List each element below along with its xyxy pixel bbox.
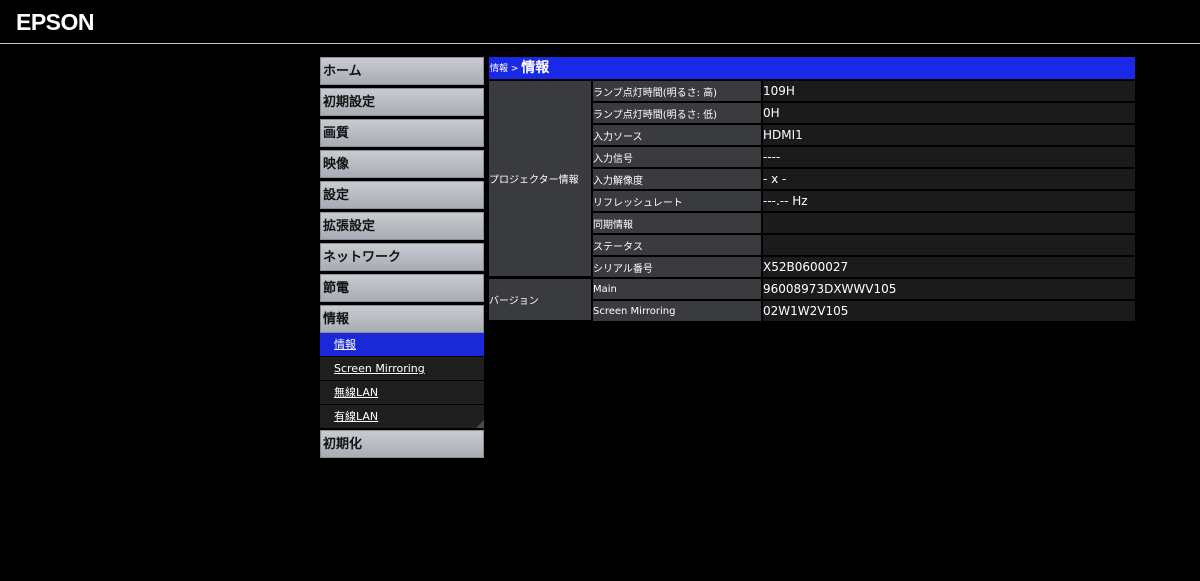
- breadcrumb: 情報: [490, 64, 509, 74]
- row-label: 入力解像度: [591, 169, 761, 189]
- row-value: 109H: [761, 81, 1135, 101]
- row-label: リフレッシュレート: [591, 191, 761, 211]
- page-header: 情報 > 情報: [489, 57, 1135, 79]
- sidebar-item-settings[interactable]: 設定: [320, 181, 484, 209]
- row-value: X52B0600027: [761, 257, 1135, 277]
- sidebar-item-power-saving[interactable]: 節電: [320, 274, 484, 302]
- table-row: バージョン Main 96008973DXWWV105: [489, 279, 1135, 321]
- sidebar-menu: ホーム 初期設定 画質 映像 設定 拡張設定 ネットワーク 節電 情報 情報 S…: [320, 57, 484, 461]
- sidebar-item-extended-settings[interactable]: 拡張設定: [320, 212, 484, 240]
- breadcrumb-separator: >: [508, 64, 522, 74]
- row-label: 同期情報: [591, 213, 761, 233]
- row-value: 96008973DXWWV105: [761, 279, 1135, 299]
- row-label: Main: [591, 279, 761, 299]
- top-header: EPSON: [0, 0, 1200, 44]
- submenu-item-wired-lan[interactable]: 有線LAN: [320, 405, 484, 428]
- row-value: ---.-- Hz: [761, 191, 1135, 211]
- row-value: 0H: [761, 103, 1135, 123]
- information-submenu: 情報 Screen Mirroring 無線LAN 有線LAN: [320, 333, 484, 428]
- submenu-item-information[interactable]: 情報: [320, 333, 484, 356]
- sidebar-item-initial-settings[interactable]: 初期設定: [320, 88, 484, 116]
- epson-logo: EPSON: [16, 9, 95, 35]
- sidebar-item-home[interactable]: ホーム: [320, 57, 484, 85]
- main-panel: 情報 > 情報 プロジェクター情報 ランプ点灯時間(明るさ: 高) 109H ラ…: [489, 57, 1135, 323]
- sidebar-item-image-quality[interactable]: 画質: [320, 119, 484, 147]
- sidebar-item-reset[interactable]: 初期化: [320, 430, 484, 458]
- group-label-version: バージョン: [489, 279, 591, 321]
- row-label: 入力ソース: [591, 125, 761, 145]
- submenu-item-screen-mirroring[interactable]: Screen Mirroring: [320, 357, 484, 380]
- page-title: 情報: [521, 60, 550, 76]
- submenu-item-wireless-lan[interactable]: 無線LAN: [320, 381, 484, 404]
- row-value: 02W1W2V105: [761, 301, 1135, 321]
- row-value: [761, 235, 1135, 255]
- row-label: 入力信号: [591, 147, 761, 167]
- row-value: - x -: [761, 169, 1135, 189]
- information-table: プロジェクター情報 ランプ点灯時間(明るさ: 高) 109H ランプ点灯時間(明…: [489, 79, 1135, 323]
- sidebar-item-network[interactable]: ネットワーク: [320, 243, 484, 271]
- row-label: Screen Mirroring: [591, 301, 761, 321]
- sidebar-item-information[interactable]: 情報: [320, 305, 484, 333]
- table-row: プロジェクター情報 ランプ点灯時間(明るさ: 高) 109H: [489, 81, 1135, 277]
- row-label: ランプ点灯時間(明るさ: 低): [591, 103, 761, 123]
- row-label: ステータス: [591, 235, 761, 255]
- submenu-corner-decoration: [476, 420, 484, 428]
- row-label: シリアル番号: [591, 257, 761, 277]
- row-label: ランプ点灯時間(明るさ: 高): [591, 81, 761, 101]
- row-value: [761, 213, 1135, 233]
- row-value: HDMI1: [761, 125, 1135, 145]
- group-label-projector-info: プロジェクター情報: [489, 81, 591, 277]
- sidebar-item-video[interactable]: 映像: [320, 150, 484, 178]
- row-value: ----: [761, 147, 1135, 167]
